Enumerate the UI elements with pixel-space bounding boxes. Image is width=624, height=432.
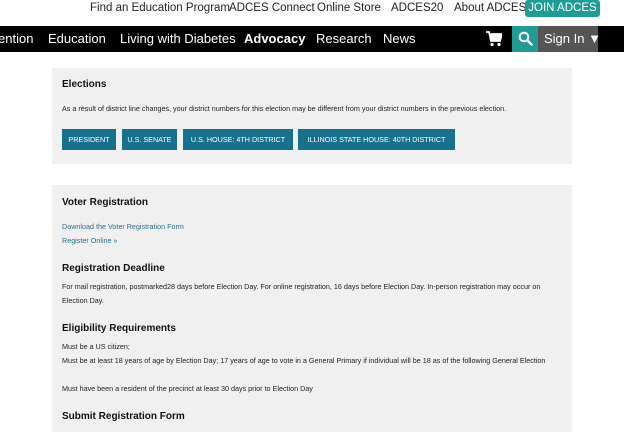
- elections-note: As a result of district line changes, yo…: [62, 104, 507, 113]
- register-online-link[interactable]: Register Online »: [62, 236, 118, 245]
- registration-deadline-title: Registration Deadline: [62, 263, 165, 274]
- nav-item-education[interactable]: Education: [48, 31, 106, 46]
- us-senate-button[interactable]: U.S. SENATE: [122, 129, 177, 150]
- us-house-district-button[interactable]: U.S. HOUSE: 4TH DISTRICT: [183, 129, 293, 150]
- join-adces-button[interactable]: JOIN ADCES: [525, 0, 600, 17]
- adces20-link[interactable]: ADCES20: [391, 2, 443, 14]
- nav-item-news[interactable]: News: [383, 31, 416, 46]
- download-registration-form-link[interactable]: Download the Voter Registration Form: [62, 222, 184, 231]
- nav-item-advocacy[interactable]: Advocacy: [244, 31, 305, 46]
- adces-connect-link[interactable]: ADCES Connect: [229, 2, 315, 14]
- about-adces-link[interactable]: About ADCES: [454, 2, 526, 14]
- main-nav: ention Education Living with Diabetes Ad…: [0, 26, 624, 52]
- submit-registration-form-title: Submit Registration Form: [62, 411, 185, 422]
- search-icon: [518, 31, 533, 46]
- elections-title: Elections: [62, 79, 107, 90]
- voter-registration-panel: Voter Registration Download the Voter Re…: [52, 185, 572, 432]
- eligibility-item: Must be a US citizen;: [62, 342, 130, 351]
- find-education-program-link[interactable]: Find an Education Program: [90, 2, 230, 14]
- shopping-cart-icon[interactable]: [486, 31, 504, 47]
- voter-registration-title: Voter Registration: [62, 197, 148, 208]
- nav-item-living-with-diabetes[interactable]: Living with Diabetes: [120, 31, 236, 46]
- illinois-state-house-button[interactable]: ILLINOIS STATE HOUSE: 40TH DISTRICT: [298, 129, 455, 150]
- registration-deadline-text: For mail registration, postmarked28 days…: [62, 282, 541, 305]
- eligibility-title: Eligibility Requirements: [62, 323, 176, 334]
- search-button[interactable]: [512, 26, 538, 52]
- president-button[interactable]: PRESIDENT: [62, 129, 116, 150]
- utility-bar: Find an Education Program ADCES Connect …: [0, 0, 624, 24]
- eligibility-item: Must have been a resident of the precinc…: [62, 384, 313, 393]
- nav-item-research[interactable]: Research: [316, 31, 372, 46]
- nav-item-convention[interactable]: ention: [0, 31, 33, 46]
- online-store-link[interactable]: Online Store: [317, 2, 381, 14]
- eligibility-item: Must be at least 18 years of age by Elec…: [62, 356, 546, 365]
- elections-panel: Elections As a result of district line c…: [52, 68, 572, 164]
- sign-in-button[interactable]: Sign In ▼: [538, 26, 601, 52]
